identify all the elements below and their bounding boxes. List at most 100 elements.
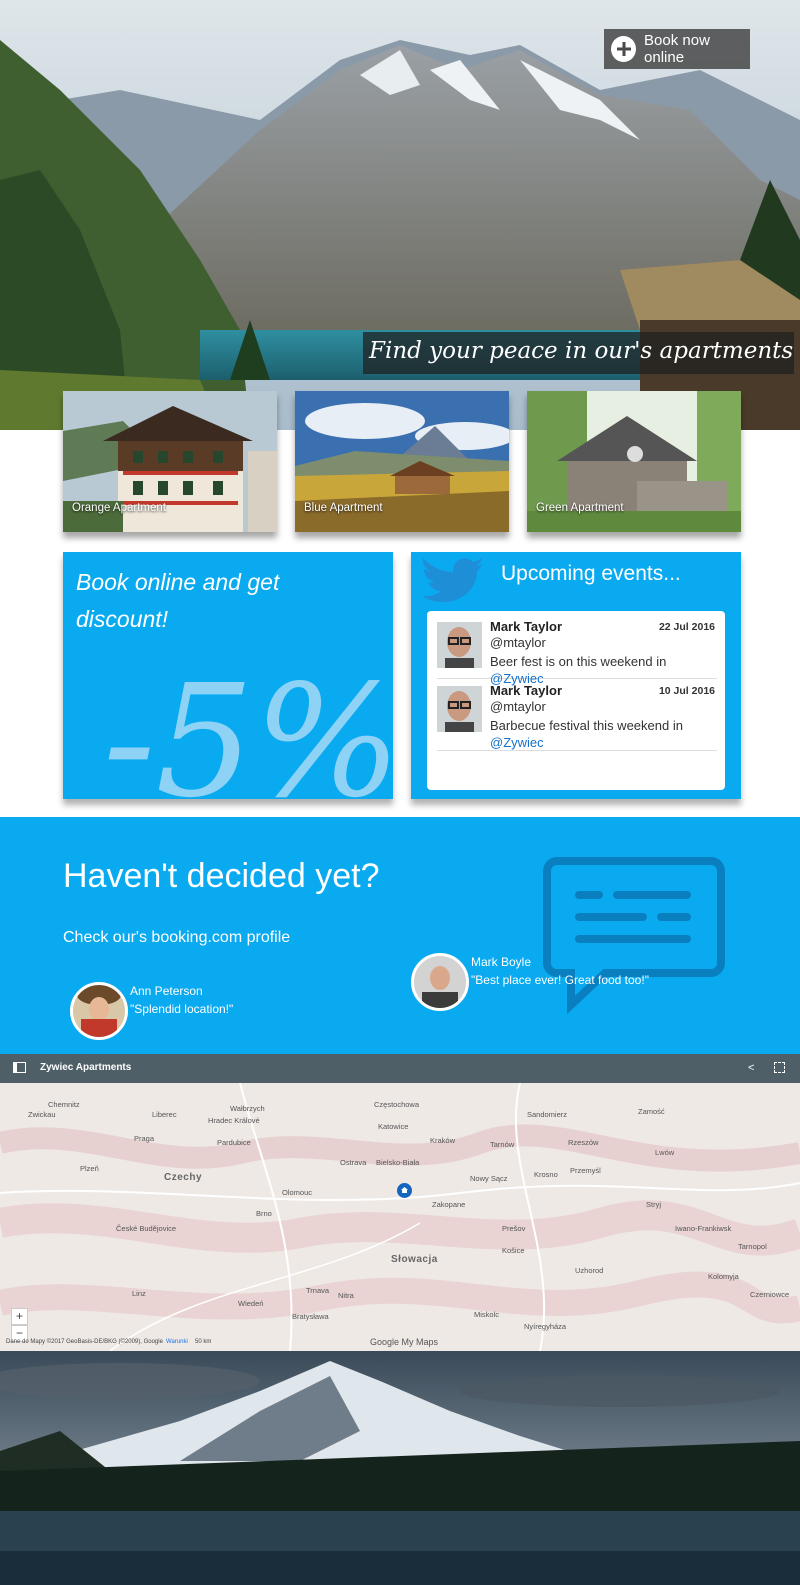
map-city-label: Praga xyxy=(134,1134,155,1143)
map-city-label: Rzeszów xyxy=(568,1138,599,1147)
tweet-handle[interactable]: @mtaylor xyxy=(490,699,546,714)
tweet-item: Mark Taylor @mtaylor 10 Jul 2016 Barbecu… xyxy=(437,681,717,751)
map-scale: 50 km xyxy=(195,1339,212,1345)
map-city-label: Plzeň xyxy=(80,1164,99,1173)
tweet-handle[interactable]: @mtaylor xyxy=(490,635,546,650)
footer-landscape-image xyxy=(0,1351,800,1585)
user-photo-icon xyxy=(437,686,482,732)
discount-text: Book online and get discount! xyxy=(76,569,280,632)
book-now-button[interactable]: Book now online xyxy=(604,29,750,69)
map-city-label: Lwów xyxy=(655,1148,675,1157)
map-city-label: Olomouc xyxy=(282,1188,313,1197)
booking-profile-link[interactable]: Check our's booking.com profile xyxy=(63,929,290,947)
review-quote: "Splendid location!" xyxy=(130,1002,234,1016)
tweet-date[interactable]: 10 Jul 2016 xyxy=(659,685,715,697)
section-heading: Haven't decided yet? xyxy=(63,857,380,895)
avatar xyxy=(70,982,128,1040)
user-photo-icon xyxy=(437,622,482,668)
map-city-label: Prešov xyxy=(502,1224,526,1233)
tweet-body: Barbecue festival this weekend in xyxy=(490,718,683,733)
map-city-label: Hradec Králové xyxy=(208,1116,260,1125)
map-header: Zywiec Apartments < xyxy=(0,1054,800,1083)
zoom-in-button[interactable]: + xyxy=(11,1308,28,1325)
map-city-label: Brno xyxy=(256,1209,272,1218)
map-city-label: Czerniowce xyxy=(750,1290,790,1299)
map-city-label: Linz xyxy=(132,1289,146,1298)
apartment-label: Blue Apartment xyxy=(304,502,383,514)
map-city-label: Kolomyja xyxy=(708,1272,739,1281)
discount-panel[interactable]: Book online and get discount! -5% xyxy=(63,552,393,799)
map-country-label: Słowacja xyxy=(391,1254,438,1265)
map-city-label: Zwickau xyxy=(28,1110,56,1119)
reviewer-name: Mark Boyle xyxy=(471,955,532,969)
upcoming-events-panel: Upcoming events... Mark Taylor @mtaylor … xyxy=(411,552,741,799)
map-city-label: Tarnów xyxy=(490,1140,515,1149)
tweet-author[interactable]: Mark Taylor xyxy=(490,619,562,634)
map-city-label: Nitra xyxy=(338,1291,354,1300)
map-terms-link[interactable]: Warunki xyxy=(166,1339,188,1345)
map-city-label: Krosno xyxy=(534,1170,558,1179)
avatar[interactable] xyxy=(437,686,482,732)
tweet-date[interactable]: 22 Jul 2016 xyxy=(659,621,715,633)
hero-tagline: Find your peace in our's apartments xyxy=(363,332,794,374)
chat-bubble-icon xyxy=(543,857,725,1015)
map-city-label: Bielsko-Biała xyxy=(376,1158,420,1167)
map-city-label: České Budějovice xyxy=(116,1224,177,1233)
map-country-label: Czechy xyxy=(164,1172,203,1183)
twitter-bird-icon xyxy=(422,558,483,602)
reviewer-photo-icon xyxy=(414,956,466,1008)
location-marker-icon[interactable] xyxy=(397,1183,412,1198)
reviewer-photo-icon xyxy=(73,985,125,1037)
apartment-label: Green Apartment xyxy=(536,502,624,514)
google-my-maps-logo[interactable]: Google My Maps xyxy=(370,1337,438,1347)
tweet-body: Beer fest is on this weekend in xyxy=(490,654,667,669)
map-city-label: Wiedeń xyxy=(238,1299,264,1308)
tweet-mention-link[interactable]: @Zywiec xyxy=(490,735,544,750)
twitter-feed[interactable]: Mark Taylor @mtaylor 22 Jul 2016 Beer fe… xyxy=(427,611,725,790)
events-title: Upcoming events... xyxy=(501,562,681,585)
map-city-label: Bratysława xyxy=(292,1312,329,1321)
map-city-label: Pardubice xyxy=(217,1138,251,1147)
map-city-label: Zamość xyxy=(638,1107,665,1116)
booking-profile-section: Haven't decided yet? Check our's booking… xyxy=(0,817,800,1054)
embedded-map[interactable]: Zywiec Apartments < Czechy Słowacja Chem… xyxy=(0,1054,800,1351)
map-city-label: Stryj xyxy=(646,1200,661,1209)
reviewer-name: Ann Peterson xyxy=(130,984,203,998)
map-city-label: Częstochowa xyxy=(374,1100,420,1109)
review-quote: "Best place ever! Great food too!" xyxy=(471,973,649,987)
fullscreen-icon[interactable] xyxy=(774,1062,785,1073)
avatar[interactable] xyxy=(437,622,482,668)
map-city-label: Trnava xyxy=(306,1286,330,1295)
map-city-label: Chemnitz xyxy=(48,1100,80,1109)
book-now-label: Book now online xyxy=(644,32,710,66)
plus-icon xyxy=(611,36,637,62)
discount-value: -5% xyxy=(103,651,393,800)
map-city-label: Kraków xyxy=(430,1136,456,1145)
map-city-label: Iwano-Frankiwsk xyxy=(675,1224,732,1233)
apartment-card-green[interactable]: Green Apartment xyxy=(527,391,741,532)
map-city-label: Wałbrzych xyxy=(230,1104,265,1113)
tweet-item: Mark Taylor @mtaylor 22 Jul 2016 Beer fe… xyxy=(437,617,717,686)
tweet-author[interactable]: Mark Taylor xyxy=(490,683,562,698)
apartment-card-orange[interactable]: Orange Apartment xyxy=(63,391,277,532)
map-city-label: Uzhorod xyxy=(575,1266,604,1275)
map-city-label: Katowice xyxy=(378,1122,409,1131)
map-title[interactable]: Zywiec Apartments xyxy=(40,1062,131,1073)
map-attribution: Dane do Mapy ©2017 GeoBasis-DE/BKG (©200… xyxy=(6,1339,163,1345)
sidebar-toggle-icon[interactable] xyxy=(13,1062,26,1073)
apartment-label: Orange Apartment xyxy=(72,502,166,514)
map-city-label: Sandomierz xyxy=(527,1110,568,1119)
map-city-label: Ostrava xyxy=(340,1158,367,1167)
mountain-lake-image xyxy=(0,1351,800,1585)
tweet-text: Barbecue festival this weekend in @Zywie… xyxy=(490,717,712,751)
map-city-label: Zakopane xyxy=(432,1200,466,1209)
apartment-card-blue[interactable]: Blue Apartment xyxy=(295,391,509,532)
avatar xyxy=(411,953,469,1011)
share-icon[interactable]: < xyxy=(748,1062,754,1074)
map-city-label: Tarnopol xyxy=(738,1242,767,1251)
map-city-label: Nowy Sącz xyxy=(470,1174,508,1183)
map-footer: Dane do Mapy ©2017 GeoBasis-DE/BKG (©200… xyxy=(0,1336,800,1351)
map-city-label: Liberec xyxy=(152,1110,177,1119)
map-city-label: Przemyśl xyxy=(570,1166,601,1175)
map-city-label: Košice xyxy=(502,1246,525,1255)
